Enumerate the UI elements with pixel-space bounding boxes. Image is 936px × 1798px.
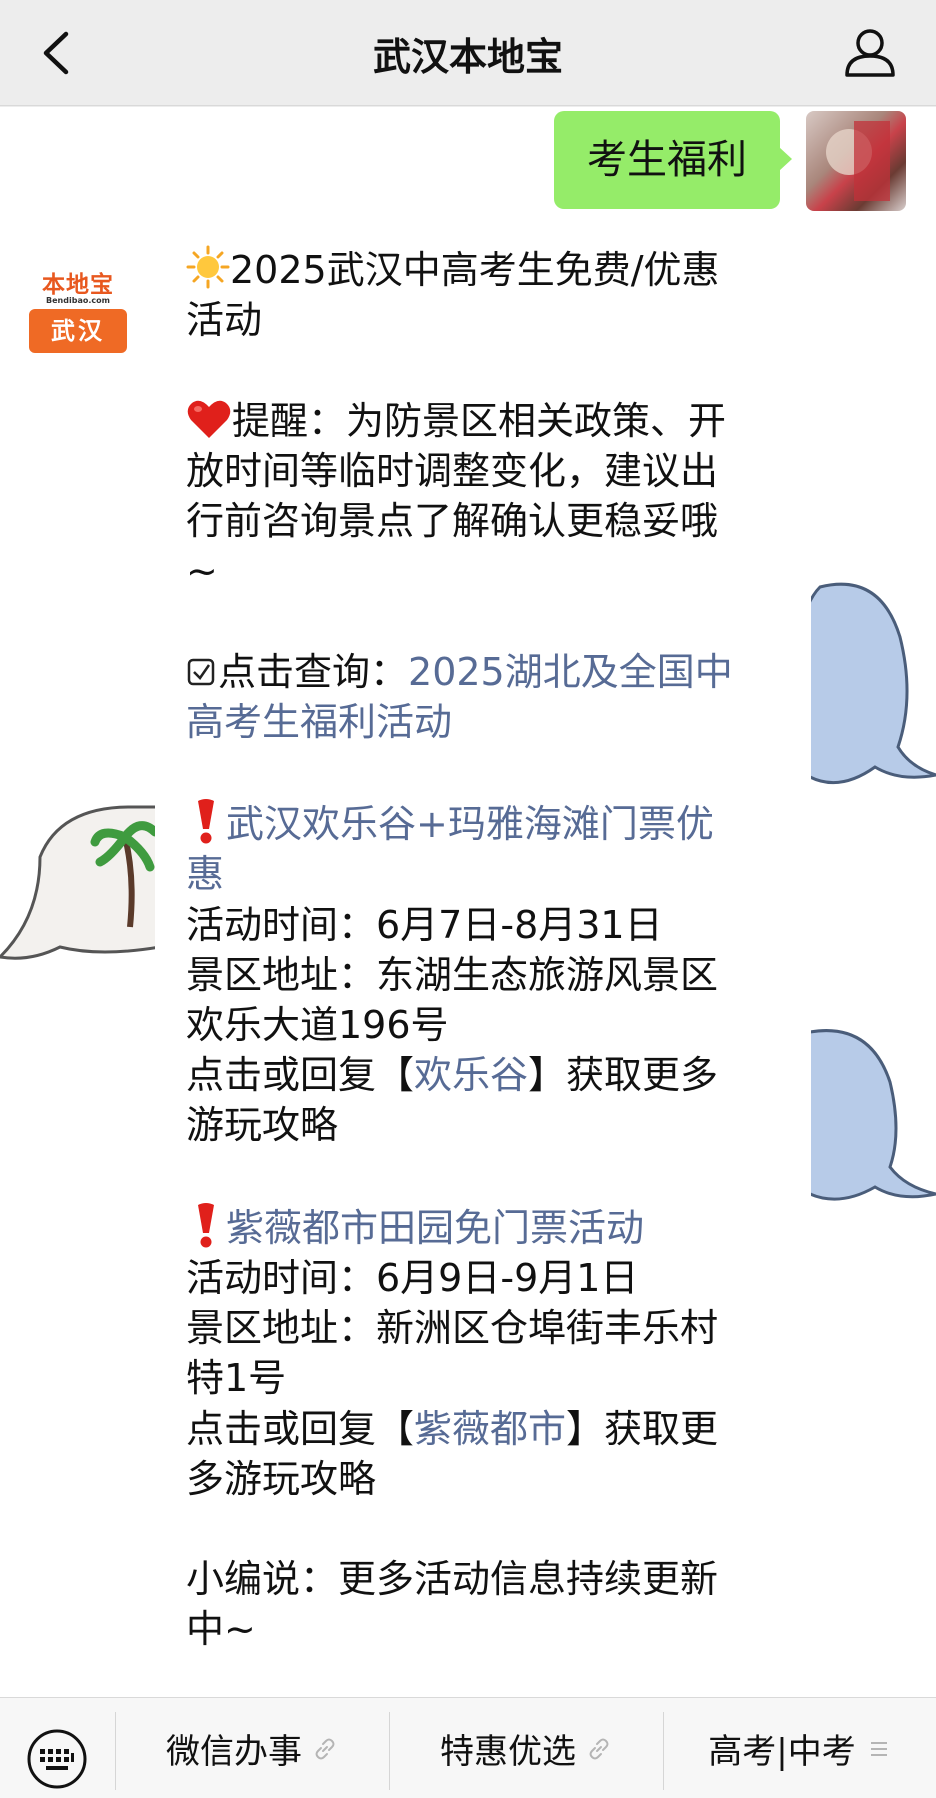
item1-title-link[interactable]: 惠	[186, 849, 785, 899]
user-avatar[interactable]	[806, 111, 906, 211]
item2-more-text: 多游玩攻略	[186, 1456, 377, 1501]
reminder-text: 行前咨询景点了解确认更稳妥哦	[186, 499, 719, 543]
nav-header: 武汉本地宝	[0, 0, 936, 106]
query-prefix: 点击查询：	[218, 649, 409, 694]
item2-keyword-link[interactable]: 紫薇都市	[414, 1407, 566, 1451]
bottom-menu-bar: 微信办事 特惠优选 高考|中考	[0, 1697, 936, 1798]
logo-text: 本地宝	[42, 271, 114, 298]
keyboard-icon[interactable]	[26, 1728, 88, 1790]
item1-time: 活动时间：6月7日-8月31日	[186, 902, 663, 947]
item1-more-text: 】获取更多	[528, 1053, 719, 1098]
logo-subtext: Bendibao.com	[46, 296, 110, 305]
link-icon	[589, 1738, 609, 1759]
message-title: 2025武汉中高考生免费/优惠	[230, 248, 720, 292]
profile-icon[interactable]	[844, 28, 896, 78]
item2-more-text: 点击或回复【	[186, 1406, 415, 1451]
item1-more-text: 游玩攻略	[186, 1103, 339, 1148]
user-message-bubble[interactable]: 考生福利	[554, 111, 792, 209]
link-icon	[315, 1738, 335, 1759]
exclamation-icon	[198, 1202, 214, 1248]
query-link[interactable]: 高考生福利活动	[186, 697, 785, 747]
chat-area[interactable]: 考生福利 本地宝 Bendibao.com 武汉 2025武汉中高考生免费/优惠	[0, 107, 936, 1697]
menu-item-label: 特惠优选	[440, 1732, 576, 1772]
item2-address: 景区地址：新洲区仓埠街丰乐村	[186, 1306, 719, 1351]
menu-lines-icon	[870, 1741, 887, 1756]
bot-message-bubble: 2025武汉中高考生免费/优惠 活动 提醒：为防景区相关政策、开 放时间等临时调…	[155, 215, 811, 1697]
item1-more-text: 点击或回复【	[186, 1053, 415, 1098]
red-heart-icon	[187, 400, 231, 438]
message-title-cont: 活动	[186, 298, 263, 343]
sun-icon	[186, 245, 230, 289]
reminder-text: 放时间等临时调整变化，建议出	[186, 448, 719, 493]
bot-avatar[interactable]: 本地宝 Bendibao.com 武汉	[28, 259, 128, 359]
whale-decoration-icon	[796, 1029, 936, 1201]
item1-title-link[interactable]: 武汉欢乐谷+玛雅海滩门票优	[226, 802, 714, 846]
exclamation-icon	[198, 799, 214, 844]
menu-item-label: 高考|中考	[708, 1732, 856, 1772]
menu-item-label: 微信办事	[166, 1732, 302, 1772]
item2-more-text: 】获取更	[566, 1406, 719, 1451]
item2-time: 活动时间：6月9日-9月1日	[186, 1256, 639, 1300]
item1-address: 景区地址：东湖生态旅游风景区	[186, 952, 719, 997]
menu-item-wechat-services[interactable]: 微信办事	[116, 1698, 388, 1798]
page-title: 武汉本地宝	[372, 35, 563, 79]
item2-address: 特1号	[186, 1356, 287, 1401]
menu-item-special-offers[interactable]: 特惠优选	[390, 1698, 662, 1798]
logo-city-badge: 武汉	[29, 309, 127, 353]
item1-keyword-link[interactable]: 欢乐谷	[414, 1053, 528, 1097]
island-bubble-decoration-icon	[0, 805, 160, 960]
editor-note: 中~	[186, 1607, 256, 1652]
menu-item-exams[interactable]: 高考|中考	[664, 1698, 936, 1798]
editor-note: 小编说：更多活动信息持续更新	[186, 1557, 719, 1602]
query-link[interactable]: 2025湖北及全国中	[408, 650, 733, 694]
reminder-text: 提醒：为防景区相关政策、开	[232, 398, 727, 443]
checkbox-icon	[187, 658, 215, 685]
item1-address: 欢乐大道196号	[186, 1003, 449, 1047]
item2-title-link[interactable]: 紫薇都市田园免门票活动	[226, 1206, 644, 1250]
reminder-text: ~	[186, 549, 218, 594]
